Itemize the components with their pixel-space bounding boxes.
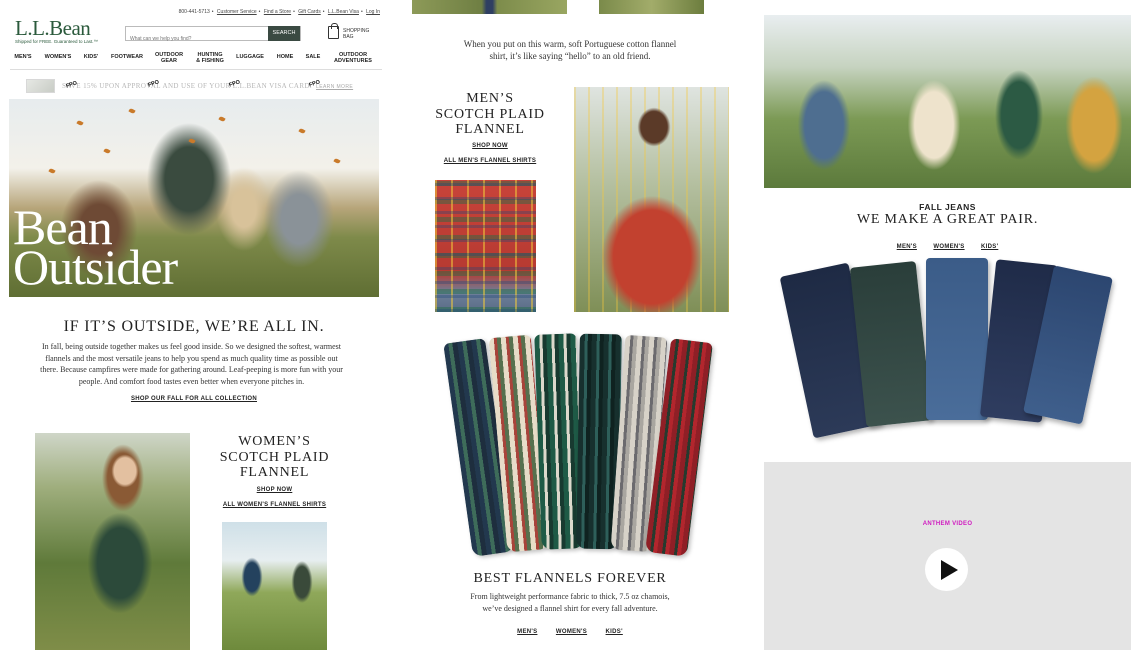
best-flannels-links: MEN'S WOMEN'S KIDS' <box>412 620 728 638</box>
womens-shop-now-link[interactable]: SHOP NOW <box>212 487 337 493</box>
nav-divider <box>10 69 382 70</box>
nav-item-outdoor-gear[interactable]: OUTDOOR GEAR <box>155 52 183 64</box>
all-womens-flannel-link[interactable]: ALL WOMEN'S FLANNEL SHIRTS <box>212 502 337 508</box>
mens-flannel-photo[interactable] <box>574 87 729 312</box>
womens-flannel-photo[interactable] <box>35 433 190 650</box>
logo-name: L.L.Bean <box>15 16 91 40</box>
fall-jeans-womens-link[interactable]: WOMEN'S <box>933 244 964 250</box>
flannel-shirts-photo[interactable] <box>440 332 715 557</box>
shop-fall-collection-link[interactable]: SHOP OUR FALL FOR ALL COLLECTION <box>9 396 379 402</box>
link-visa[interactable]: L.L.Bean Visa <box>328 9 359 15</box>
best-flannels-heading: BEST FLANNELS FOREVER <box>473 571 667 586</box>
nav-item-womens[interactable]: WOMEN'S <box>45 54 72 60</box>
best-flannels-body: From lightweight performance fabric to t… <box>470 592 670 613</box>
leaf-decoration <box>188 137 196 145</box>
nav-item-home[interactable]: HOME <box>277 54 294 60</box>
fall-jeans-heading: WE MAKE A GREAT PAIR. <box>856 212 1039 227</box>
all-mens-flannel-link[interactable]: ALL MEN'S FLANNEL SHIRTS <box>425 158 555 164</box>
link-log-in[interactable]: Log In <box>366 9 380 15</box>
group-flannel-photo[interactable] <box>764 15 1131 188</box>
leaf-decoration <box>218 115 226 123</box>
leaf-decoration <box>298 127 306 135</box>
intro-heading: IF IT’S OUTSIDE, WE’RE ALL IN. <box>63 318 325 335</box>
video-player[interactable]: ANTHEM VIDEO <box>764 462 1131 650</box>
fall-jeans-eyebrow: FALL JEANS <box>919 202 976 212</box>
leaf-decoration <box>103 147 111 155</box>
promo-banner[interactable]: SAVE 15% UPON APPROVAL AND USE OF YOUR L… <box>26 79 366 93</box>
phone-number: 800-441-5713 <box>178 9 210 15</box>
intro-body: In fall, being outside together makes us… <box>40 342 343 386</box>
hero-image[interactable]: Bean Outsider <box>9 99 379 297</box>
main-nav: MEN'S WOMEN'S KIDS' FOOTWEAR OUTDOOR GEAR… <box>10 52 382 67</box>
leaf-decoration <box>128 107 136 115</box>
couple-photo[interactable] <box>222 522 327 650</box>
nav-item-outdoor-adventures[interactable]: OUTDOOR ADVENTURES <box>334 52 372 64</box>
best-flannels-kids-link[interactable]: KIDS' <box>606 629 623 635</box>
leaf-decoration <box>48 167 56 175</box>
cropped-photo-strip <box>412 0 567 14</box>
cropped-photo-strip <box>599 0 704 14</box>
leaf-decoration <box>76 119 84 127</box>
video-label: ANTHEM VIDEO <box>922 521 973 527</box>
nav-item-mens[interactable]: MEN'S <box>14 54 31 60</box>
best-flannels-mens-link[interactable]: MEN'S <box>517 629 537 635</box>
mens-flannel-detail-photo[interactable] <box>435 180 536 312</box>
shopping-bag-label: SHOPPING BAG <box>343 28 370 40</box>
mens-shop-now-link[interactable]: SHOP NOW <box>425 143 555 149</box>
mens-flannel-heading: MEN’S SCOTCH PLAID FLANNEL <box>435 91 545 137</box>
search-box: SEARCH <box>125 26 301 46</box>
shopping-bag-button[interactable]: SHOPPING BAG <box>328 23 376 44</box>
link-customer-service[interactable]: Customer Service <box>217 9 257 15</box>
site-logo[interactable]: L.L.Bean Shipped for FREE. Guaranteed to… <box>15 16 99 45</box>
search-button[interactable]: SEARCH <box>268 26 300 41</box>
fall-jeans-kids-link[interactable]: KIDS' <box>981 244 998 250</box>
nav-item-footwear[interactable]: FOOTWEAR <box>111 54 143 60</box>
nav-item-luggage[interactable]: LUGGAGE <box>236 54 264 60</box>
nav-item-hunting-fishing[interactable]: HUNTING & FISHING <box>196 52 224 64</box>
leaf-decoration <box>333 157 341 165</box>
nav-item-sale[interactable]: SALE <box>306 54 321 60</box>
nav-item-kids[interactable]: KIDS' <box>84 54 98 60</box>
fall-jeans-mens-link[interactable]: MEN'S <box>897 244 917 250</box>
hero-title: Bean Outsider <box>13 199 178 295</box>
logo-tagline: Shipped for FREE. Guaranteed to Last.™ <box>15 39 99 44</box>
jeans-item <box>926 258 988 420</box>
mens-flannel-intro: When you put on this warm, soft Portugue… <box>463 39 677 61</box>
best-flannels-womens-link[interactable]: WOMEN'S <box>556 629 587 635</box>
play-icon[interactable] <box>925 548 968 591</box>
womens-flannel-heading: WOMEN’S SCOTCH PLAID FLANNEL <box>219 434 330 480</box>
link-find-a-store[interactable]: Find a Store <box>264 9 291 15</box>
visa-card-image <box>26 79 55 93</box>
link-gift-cards[interactable]: Gift Cards <box>298 9 321 15</box>
shopping-bag-icon <box>328 23 339 39</box>
utility-bar: 800-441-5713 • Customer Service • Find a S… <box>178 9 380 15</box>
promo-learn-more-link[interactable]: LEARN MORE <box>316 84 353 90</box>
jeans-photo[interactable] <box>779 256 1113 441</box>
search-input[interactable] <box>126 32 266 46</box>
fall-jeans-links: MEN'S WOMEN'S KIDS' <box>764 235 1131 253</box>
